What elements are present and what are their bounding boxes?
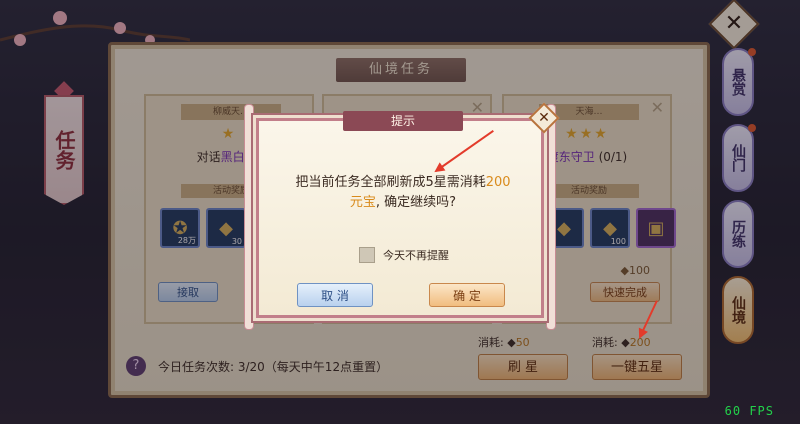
cancel-button[interactable]: 取 消 xyxy=(297,283,373,307)
dont-remind-label: 今天不再提醒 xyxy=(383,249,449,262)
fps-counter: 60 FPS xyxy=(724,404,774,418)
scroll-rod-right xyxy=(546,104,556,330)
scroll-rod-left xyxy=(244,104,254,330)
dont-remind-row[interactable]: 今天不再提醒 xyxy=(359,247,449,263)
dont-remind-checkbox[interactable] xyxy=(359,247,375,263)
dialog-title: 提示 xyxy=(343,111,463,131)
confirm-dialog: 提示 ✕ 把当前任务全部刷新成5星需消耗200 元宝, 确定继续吗? 今天不再提… xyxy=(256,102,560,318)
dialog-message: 把当前任务全部刷新成5星需消耗200 元宝, 确定继续吗? xyxy=(295,175,511,210)
close-icon: ✕ xyxy=(538,110,550,126)
confirm-button[interactable]: 确 定 xyxy=(429,283,505,307)
